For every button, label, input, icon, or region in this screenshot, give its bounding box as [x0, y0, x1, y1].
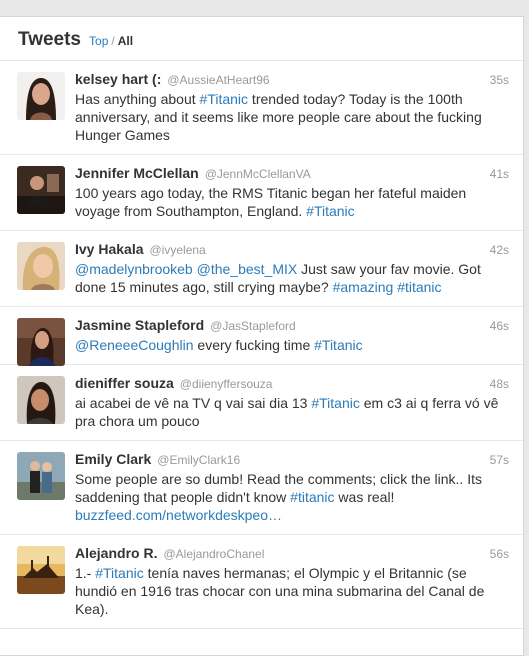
tweet-header: Jasmine Stapleford @JasStapleford 46s	[75, 317, 509, 335]
tweet-author-handle[interactable]: @JasStapleford	[210, 319, 296, 333]
mention-link[interactable]: @madelynbrookeb	[75, 261, 193, 277]
tweet-5[interactable]: dieniffer souza @diienyffersouza 48s ai …	[0, 365, 523, 441]
tweet-text: Some people are so dumb! Read the commen…	[75, 470, 509, 524]
tweets-timeline: Tweets Top / All kelsey hart (: @AussieAtH…	[0, 16, 524, 656]
tweet-2[interactable]: Jennifer McClellan @JennMcClellanVA 41s …	[0, 155, 523, 231]
tweet-author-name[interactable]: Ivy Hakala	[75, 241, 144, 257]
tweet-author-name[interactable]: kelsey hart (:	[75, 71, 161, 87]
tweet-author-handle[interactable]: @EmilyClark16	[157, 453, 240, 467]
tweet-header: Ivy Hakala @ivyelena 42s	[75, 241, 509, 259]
tweet-author-handle[interactable]: @JennMcClellanVA	[205, 167, 311, 181]
tweet-header: kelsey hart (: @AussieAtHeart96 35s	[75, 71, 509, 89]
tweet-3[interactable]: Ivy Hakala @ivyelena 42s @madelynbrookeb…	[0, 231, 523, 307]
hashtag-link[interactable]: #Titanic	[314, 337, 363, 353]
tweet-6[interactable]: Emily Clark @EmilyClark16 57s Some peopl…	[0, 441, 523, 535]
tweet-author-name[interactable]: Alejandro R.	[75, 545, 157, 561]
hashtag-link[interactable]: #Titanic	[95, 565, 144, 581]
tweet-7[interactable]: Alejandro R. @AlejandroChanel 56s 1.- #T…	[0, 535, 523, 629]
avatar-photo[interactable]	[17, 72, 65, 120]
tweet-text-segment: Some people are so dumb! Read the commen…	[75, 471, 482, 505]
hashtag-link[interactable]: #titanic	[397, 279, 441, 295]
filter-top-link[interactable]: Top	[89, 34, 108, 48]
tweet-1[interactable]: kelsey hart (: @AussieAtHeart96 35s Has …	[0, 61, 523, 155]
timeline-filters: Top / All	[89, 34, 133, 48]
tweet-author-handle[interactable]: @AussieAtHeart96	[167, 73, 269, 87]
hashtag-link[interactable]: #Titanic	[311, 395, 360, 411]
tweet-text: Has anything about #Titanic trended toda…	[75, 90, 509, 144]
avatar-photo[interactable]	[17, 452, 65, 500]
tweet-text-segment: 100 years ago today, the RMS Titanic beg…	[75, 185, 467, 219]
tweet-text-segment: ai acabei de vê na TV q vai sai dia 13	[75, 395, 312, 411]
tweet-text: 100 years ago today, the RMS Titanic beg…	[75, 184, 509, 220]
hashtag-link[interactable]: #titanic	[290, 489, 334, 505]
tweet-header: dieniffer souza @diienyffersouza 48s	[75, 375, 509, 393]
avatar-photo[interactable]	[17, 546, 65, 594]
tweet-text-segment: Has anything about	[75, 91, 200, 107]
tweet-text: 1.- #Titanic tenía naves hermanas; el Ol…	[75, 564, 509, 618]
tweet-timestamp[interactable]: 41s	[490, 167, 509, 181]
tweet-author-handle[interactable]: @AlejandroChanel	[163, 547, 264, 561]
tweet-text-segment: was real!	[334, 489, 395, 505]
tweet-text-segment: every fucking time	[193, 337, 315, 353]
tweet-timestamp[interactable]: 57s	[490, 453, 509, 467]
hashtag-link[interactable]: #amazing	[333, 279, 394, 295]
avatar-photo[interactable]	[17, 242, 65, 290]
tweet-author-name[interactable]: Jasmine Stapleford	[75, 317, 204, 333]
tweet-header: Emily Clark @EmilyClark16 57s	[75, 451, 509, 469]
tweet-text: @madelynbrookeb @the_best_MIX Just saw y…	[75, 260, 509, 296]
mention-link[interactable]: @the_best_MIX	[197, 261, 298, 277]
tweet-header: Alejandro R. @AlejandroChanel 56s	[75, 545, 509, 563]
url-link[interactable]: buzzfeed.com/networkdeskpeo…	[75, 507, 282, 523]
tweet-list: kelsey hart (: @AussieAtHeart96 35s Has …	[0, 61, 523, 629]
tweet-author-handle[interactable]: @ivyelena	[150, 243, 206, 257]
tweet-timestamp[interactable]: 46s	[490, 319, 509, 333]
tweet-text: @ReneeeCoughlin every fucking time #Tita…	[75, 336, 509, 354]
tweet-author-name[interactable]: Jennifer McClellan	[75, 165, 199, 181]
tweet-timestamp[interactable]: 48s	[490, 377, 509, 391]
tweet-author-handle[interactable]: @diienyffersouza	[180, 377, 273, 391]
timeline-header: Tweets Top / All	[0, 17, 523, 61]
mention-link[interactable]: @ReneeeCoughlin	[75, 337, 194, 353]
filter-separator: /	[111, 34, 115, 48]
tweet-author-name[interactable]: Emily Clark	[75, 451, 151, 467]
tweet-header: Jennifer McClellan @JennMcClellanVA 41s	[75, 165, 509, 183]
avatar-photo[interactable]	[17, 376, 65, 424]
tweet-timestamp[interactable]: 35s	[490, 73, 509, 87]
tweet-4[interactable]: Jasmine Stapleford @JasStapleford 46s @R…	[0, 307, 523, 366]
hashtag-link[interactable]: #Titanic	[200, 91, 249, 107]
tweet-timestamp[interactable]: 56s	[490, 547, 509, 561]
filter-all-link[interactable]: All	[118, 34, 133, 48]
tweet-author-name[interactable]: dieniffer souza	[75, 375, 174, 391]
hashtag-link[interactable]: #Titanic	[306, 203, 355, 219]
tweet-text-segment: 1.-	[75, 565, 96, 581]
avatar-photo[interactable]	[17, 318, 65, 366]
tweet-text: ai acabei de vê na TV q vai sai dia 13 #…	[75, 394, 509, 430]
avatar-photo[interactable]	[17, 166, 65, 214]
tweet-timestamp[interactable]: 42s	[490, 243, 509, 257]
timeline-title: Tweets	[18, 29, 82, 50]
